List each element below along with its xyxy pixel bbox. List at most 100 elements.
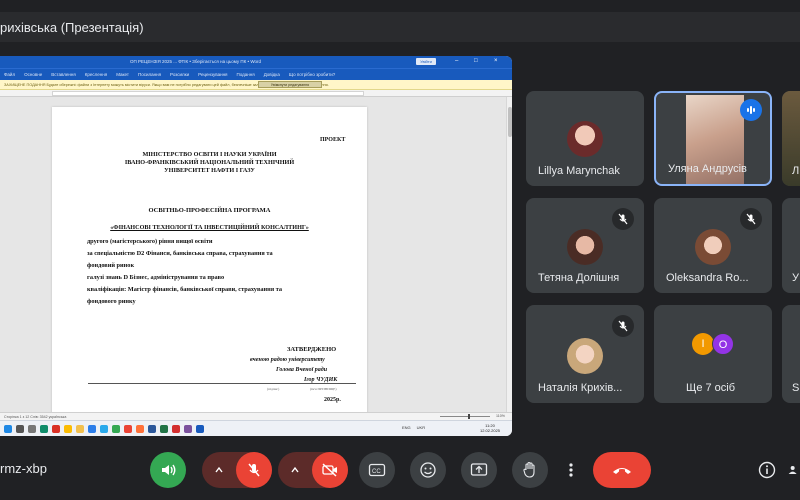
audio-output-button[interactable] [150, 452, 186, 488]
avatar [567, 121, 603, 157]
ribbon-tab[interactable]: Розсилки [170, 72, 189, 77]
reactions-button[interactable] [410, 452, 446, 488]
participant-tile-edge[interactable]: У [782, 198, 800, 293]
present-screen-icon [470, 463, 488, 476]
participant-tile[interactable]: Наталія Крихів... [526, 305, 644, 403]
doc-proekt: ПРОЕКТ [320, 137, 346, 143]
mic-toggle-button[interactable] [236, 452, 272, 488]
ribbon-tab[interactable]: Макет [116, 72, 129, 77]
info-icon [758, 461, 776, 479]
mic-off-icon [740, 208, 762, 230]
doc-year: 2025р. [324, 397, 341, 403]
meeting-details-button[interactable] [757, 460, 777, 480]
close-icon[interactable]: × [494, 58, 498, 64]
ribbon-tab[interactable]: Довідка [264, 72, 280, 77]
participant-tile-edge[interactable]: S [782, 305, 800, 403]
chevron-up-icon [291, 466, 299, 473]
edge-icon[interactable] [40, 424, 48, 433]
mic-options-button[interactable] [202, 452, 236, 488]
windows-start-icon[interactable] [4, 424, 12, 433]
participant-name: Уляна Андрусів [668, 163, 747, 175]
participant-tile[interactable]: Тетяна Долішня [526, 198, 644, 293]
store-icon[interactable] [88, 424, 96, 433]
zoom-value: 110% [496, 414, 505, 418]
camera-options-button[interactable] [278, 452, 312, 488]
sig-caption: (ім'я ПРІЗВИЩЕ) [310, 387, 337, 391]
participant-tile-edge[interactable]: Л [782, 91, 800, 186]
more-participants-label: Ще 7 осіб [686, 382, 736, 394]
people-button[interactable] [788, 460, 800, 480]
excel-icon[interactable] [160, 424, 168, 433]
participant-tile-speaking[interactable]: Уляна Андрусів [654, 91, 772, 186]
ribbon-tab[interactable]: Подання [237, 72, 255, 77]
firefox-icon[interactable] [136, 424, 144, 433]
word-status-bar: Сторінка 1 з 12 Слів: 3542 українська 11… [0, 412, 512, 420]
taskbar-clock: 11:20 12.02.2025 [480, 423, 500, 433]
more-vert-icon [569, 463, 573, 477]
presentation-view[interactable]: ОП РЕЦЕНЗІЯ 2025 ... ФТІК • Зберігається… [0, 56, 512, 436]
doc-approved: ЗАТВЕРДЖЕНО [287, 346, 337, 353]
participant-name: Наталія Крихів... [538, 382, 623, 394]
word-signin-button[interactable]: Увійти [416, 58, 436, 65]
opera-icon[interactable] [52, 424, 60, 433]
participant-name-edge: У [792, 272, 799, 284]
ribbon-tab[interactable]: Креслення [85, 72, 107, 77]
chrome-icon[interactable] [64, 424, 72, 433]
doc-body-line: другого (магістерського) рівня вищої осв… [87, 238, 213, 245]
mic-control-group [202, 452, 272, 488]
raise-hand-button[interactable] [512, 452, 548, 488]
explorer-icon[interactable] [76, 424, 84, 433]
word-ribbon-tabs: Файл Основне Вставлення Креслення Макет Посил… [0, 68, 512, 80]
camera-control-group [278, 452, 348, 488]
captions-button[interactable]: CC [359, 452, 395, 488]
leave-call-button[interactable] [593, 452, 651, 488]
vertical-scrollbar[interactable] [506, 97, 512, 423]
minimize-icon[interactable]: – [455, 58, 458, 64]
avatar [695, 229, 731, 265]
acrobat-icon[interactable] [172, 424, 180, 433]
ribbon-tab[interactable]: Що потрібно зробити? [289, 72, 335, 77]
ribbon-tab[interactable]: Рецензування [198, 72, 227, 77]
word-icon[interactable] [196, 424, 204, 433]
search-icon[interactable] [16, 424, 24, 433]
doc-ministry-line: УНІВЕРСИТЕТ НАФТИ І ГАЗУ [164, 167, 255, 174]
word-titlebar: ОП РЕЦЕНЗІЯ 2025 ... ФТІК • Зберігається… [0, 56, 512, 68]
more-participants-tile[interactable]: I O Ще 7 осіб [654, 305, 772, 403]
enable-editing-button[interactable]: Увімкнути редагування [258, 81, 322, 88]
windows-taskbar: ENG UKR 11:20 12.02.2025 [0, 420, 512, 436]
chrome-icon[interactable] [124, 424, 132, 433]
ribbon-tab[interactable]: Файл [4, 72, 15, 77]
doc-approved-line: вченою радою університету [250, 357, 325, 363]
tray-lang-2: UKR [416, 425, 426, 430]
camera-toggle-button[interactable] [312, 452, 348, 488]
ribbon-tab[interactable]: Посилання [138, 72, 161, 77]
doc-ministry-line: ІВАНО-ФРАНКІВСЬКИЙ НАЦІОНАЛЬНИЙ ТЕХНІЧНИ… [124, 159, 295, 166]
avatar [567, 229, 603, 265]
tray-lang: ENG [402, 425, 411, 430]
mic-off-icon [612, 315, 634, 337]
doc-ministry-line: МІНІСТЕРСТВО ОСВІТИ І НАУКИ УКРАЇНИ [142, 151, 277, 158]
present-button[interactable] [461, 452, 497, 488]
telegram-icon[interactable] [100, 424, 108, 433]
word-icon[interactable] [148, 424, 156, 433]
participant-tile[interactable]: Lillya Marynchak [526, 91, 644, 186]
avatar-initial: O [712, 333, 734, 355]
presenter-title: рихівська (Презентація) [0, 19, 144, 35]
viber-icon[interactable] [184, 424, 192, 433]
avatar [567, 338, 603, 374]
more-options-button[interactable] [556, 452, 586, 488]
people-icon [788, 466, 797, 474]
participant-name: Oleksandra Ro... [666, 272, 749, 284]
zoom-slider[interactable] [440, 414, 490, 419]
doc-approved-line: Голова Вченої ради [276, 367, 328, 373]
task-view-icon[interactable] [28, 424, 36, 433]
document-canvas: ПРОЕКТ МІНІСТЕРСТВО ОСВІТИ І НАУКИ УКРАЇ… [0, 97, 512, 423]
doc-body-line: фондовий ринок [87, 262, 135, 269]
participant-tile[interactable]: Oleksandra Ro... [654, 198, 772, 293]
ruler [0, 90, 512, 97]
chrome-icon[interactable] [112, 424, 120, 433]
participant-name-edge: S [792, 382, 800, 394]
maximize-icon[interactable]: □ [474, 58, 478, 64]
ribbon-tab[interactable]: Вставлення [51, 72, 76, 77]
ribbon-tab[interactable]: Основне [24, 72, 42, 77]
